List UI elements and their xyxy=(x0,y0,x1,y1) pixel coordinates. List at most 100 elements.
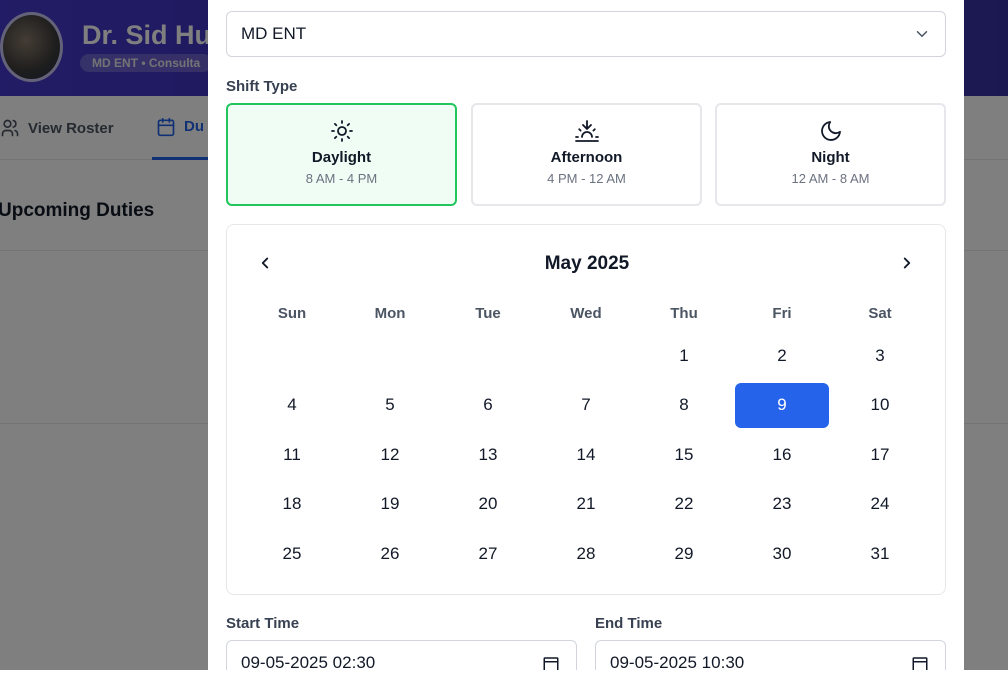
calendar-day[interactable]: 21 xyxy=(537,482,635,527)
calendar-day[interactable]: 9 xyxy=(733,382,831,428)
calendar-week-row: 18 19 20 21 22 23 24 xyxy=(243,482,929,527)
calendar-empty-cell xyxy=(439,333,537,378)
calendar-day-number: 25 xyxy=(282,543,302,563)
calendar-day[interactable]: 14 xyxy=(537,432,635,477)
next-month-button[interactable] xyxy=(895,251,919,275)
calendar-day[interactable]: 22 xyxy=(635,482,733,527)
calendar-week-row: 11 12 13 14 15 16 17 xyxy=(243,432,929,477)
calendar-day[interactable]: 6 xyxy=(439,383,537,428)
calendar-day-number: 7 xyxy=(581,395,591,414)
add-duty-modal: MD ENT Shift Type Daylight 8 AM - 4 PM A… xyxy=(208,0,964,670)
calendar-day-number: 27 xyxy=(478,543,498,563)
shift-name: Daylight xyxy=(311,149,372,166)
calendar-day-number xyxy=(539,333,633,378)
weekday-label: Sun xyxy=(277,305,307,322)
calendar-day[interactable]: 8 xyxy=(635,383,733,428)
calendar-week-row: 25 26 27 28 29 30 31 xyxy=(243,531,929,576)
calendar-day-number xyxy=(343,333,437,378)
calendar-day-number: 30 xyxy=(772,543,792,563)
calendar-day[interactable]: 23 xyxy=(733,482,831,527)
calendar-day[interactable]: 1 xyxy=(635,333,733,378)
end-time-value: 09-05-2025 10:30 xyxy=(610,653,745,670)
calendar-day[interactable]: 27 xyxy=(439,531,537,576)
calendar-day-number: 1 xyxy=(679,345,689,365)
calendar-day-number: 2 xyxy=(777,345,787,365)
calendar-day-number: 24 xyxy=(870,494,890,513)
department-select[interactable]: MD ENT xyxy=(226,11,946,57)
weekday-label: Thu xyxy=(670,305,698,322)
shift-time: 8 AM - 4 PM xyxy=(305,171,378,186)
calendar-day-number: 29 xyxy=(674,543,694,563)
calendar-day-number: 12 xyxy=(380,444,400,464)
weekday-label: Mon xyxy=(374,305,406,322)
calendar-day[interactable]: 2 xyxy=(733,333,831,378)
calendar-day-number: 31 xyxy=(870,543,890,563)
calendar-day[interactable]: 3 xyxy=(831,333,929,378)
calendar-day-number: 23 xyxy=(772,494,792,513)
calendar-day[interactable]: 4 xyxy=(243,383,341,428)
calendar-day-number: 11 xyxy=(283,444,301,464)
calendar-day-number: 9 xyxy=(735,382,829,428)
sun-icon xyxy=(330,120,353,142)
calendar-icon[interactable] xyxy=(542,655,560,670)
calendar-day-number xyxy=(441,333,535,378)
calendar-day[interactable]: 24 xyxy=(831,482,929,527)
shift-type-label: Shift Type xyxy=(226,78,298,95)
calendar-day-number: 16 xyxy=(772,444,792,464)
calendar-day[interactable]: 28 xyxy=(537,531,635,576)
calendar-day[interactable]: 7 xyxy=(537,383,635,428)
bottom-strip xyxy=(0,670,1008,675)
weekday-label: Fri xyxy=(772,305,792,322)
calendar-week-row: 4 5 6 7 8 9 10 xyxy=(243,382,929,428)
calendar-day[interactable]: 17 xyxy=(831,432,929,477)
chevron-right-icon xyxy=(903,257,911,269)
calendar-day[interactable]: 18 xyxy=(243,482,341,527)
weekday-label: Wed xyxy=(570,305,602,322)
weekday-label: Tue xyxy=(475,305,501,322)
start-time-label: Start Time xyxy=(226,615,300,632)
shift-option-daylight[interactable]: Daylight 8 AM - 4 PM xyxy=(226,103,457,206)
calendar-empty-cell xyxy=(537,333,635,378)
shift-time: 12 AM - 8 AM xyxy=(791,171,870,186)
calendar-day[interactable]: 31 xyxy=(831,531,929,576)
calendar-day[interactable]: 5 xyxy=(341,383,439,428)
calendar-day-number: 22 xyxy=(674,494,694,513)
calendar-day-number: 5 xyxy=(385,395,395,414)
calendar-day[interactable]: 26 xyxy=(341,531,439,576)
end-time-label: End Time xyxy=(595,615,663,632)
start-time-value: 09-05-2025 02:30 xyxy=(241,653,376,670)
date-picker-calendar: May 2025 Sun Mon Tue Wed Thu Fri Sat 123… xyxy=(226,224,946,595)
calendar-day[interactable]: 30 xyxy=(733,531,831,576)
calendar-day-number: 21 xyxy=(576,494,596,513)
calendar-empty-cell xyxy=(341,333,439,378)
calendar-day[interactable]: 25 xyxy=(243,531,341,576)
calendar-day[interactable]: 10 xyxy=(831,383,929,428)
end-time-input[interactable]: 09-05-2025 10:30 xyxy=(595,640,946,670)
calendar-day[interactable]: 16 xyxy=(733,432,831,477)
calendar-day[interactable]: 12 xyxy=(341,432,439,477)
calendar-week-row: 1 2 3 xyxy=(243,333,929,378)
calendar-icon[interactable] xyxy=(911,655,929,670)
calendar-day-number: 28 xyxy=(576,543,596,563)
calendar-day-number xyxy=(245,333,339,378)
shift-option-afternoon[interactable]: Afternoon 4 PM - 12 AM xyxy=(471,103,702,206)
sunset-icon xyxy=(574,120,599,142)
calendar-day-number: 10 xyxy=(870,395,890,414)
calendar-day[interactable]: 20 xyxy=(439,482,537,527)
calendar-day[interactable]: 11 xyxy=(243,432,341,477)
start-time-input[interactable]: 09-05-2025 02:30 xyxy=(226,640,577,670)
weekday-header: Sun Mon Tue Wed Thu Fri Sat xyxy=(243,305,929,322)
shift-option-night[interactable]: Night 12 AM - 8 AM xyxy=(715,103,946,206)
chevron-down-icon xyxy=(916,31,928,37)
calendar-day-number: 6 xyxy=(483,395,493,414)
department-value: MD ENT xyxy=(241,24,307,43)
calendar-day-number: 14 xyxy=(576,444,596,464)
calendar-day-number: 4 xyxy=(287,395,297,414)
calendar-day[interactable]: 29 xyxy=(635,531,733,576)
calendar-day-number: 18 xyxy=(282,494,302,513)
calendar-day[interactable]: 15 xyxy=(635,432,733,477)
moon-icon xyxy=(820,121,841,141)
calendar-day[interactable]: 19 xyxy=(341,482,439,527)
calendar-day-number: 15 xyxy=(674,444,694,464)
calendar-day[interactable]: 13 xyxy=(439,432,537,477)
